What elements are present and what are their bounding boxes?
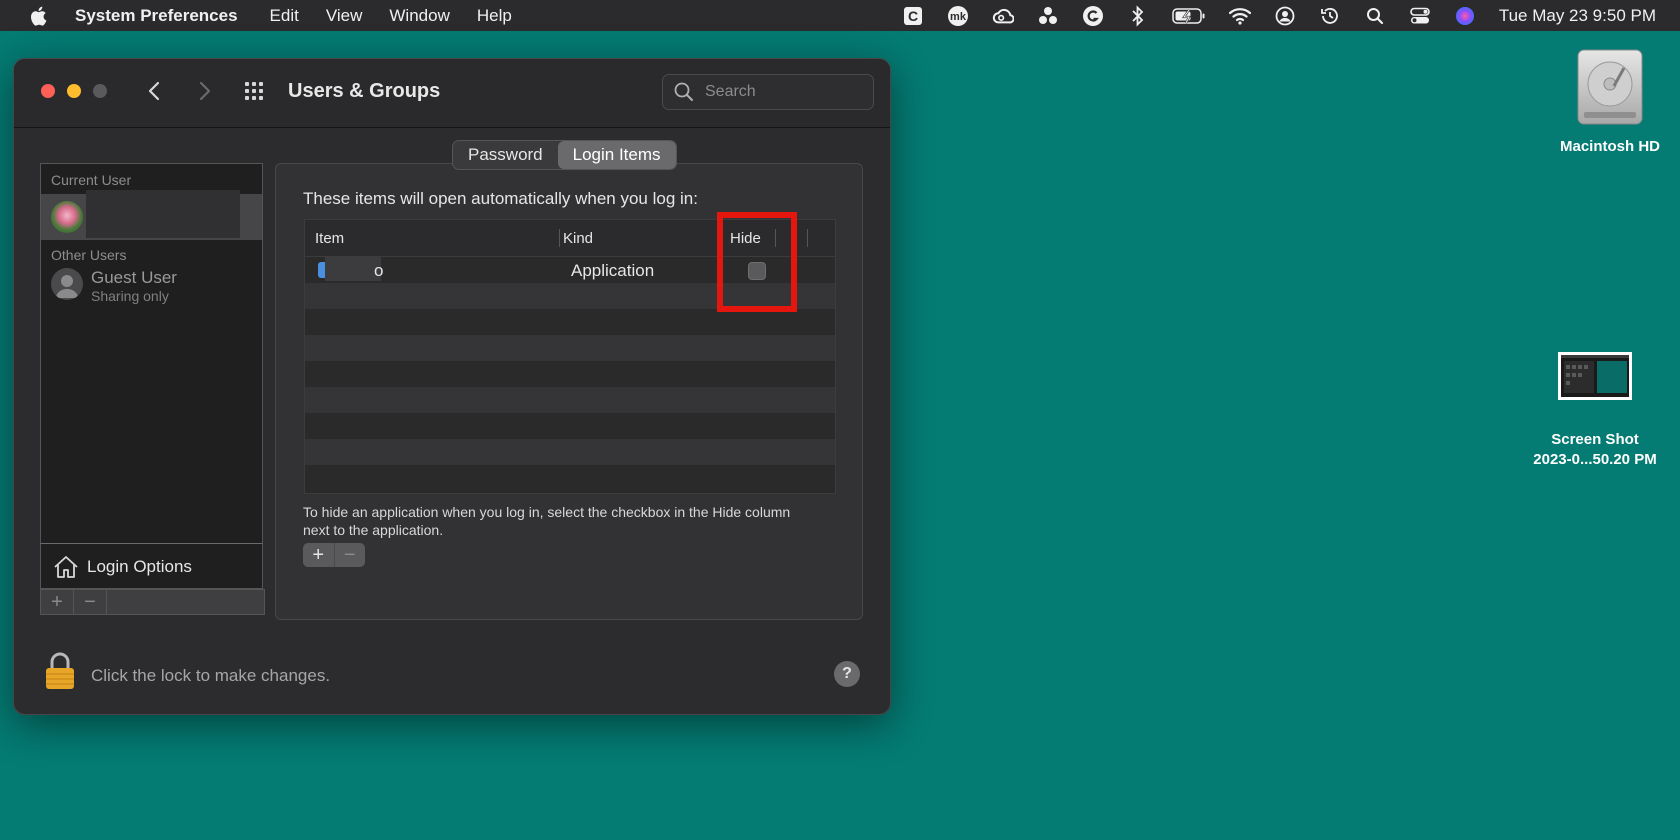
hide-help-text: To hide an application when you log in, … [303,504,791,538]
lock-message: Click the lock to make changes. [91,666,331,685]
add-user-button[interactable]: + [41,590,74,614]
hide-checkbox[interactable] [748,262,766,280]
table-row-empty [305,439,835,465]
bluetooth-icon[interactable] [1127,4,1149,27]
guest-user-subtitle: Sharing only [91,288,169,304]
current-user-label: Current User [51,172,132,188]
menu-view[interactable]: View [326,6,363,26]
siri-icon[interactable] [1454,5,1476,27]
back-arrow-icon[interactable] [145,80,165,102]
column-header-item[interactable]: Item [315,230,344,247]
column-divider [559,229,560,247]
window-titlebar: Users & Groups [14,59,890,128]
guest-avatar-icon[interactable] [51,268,83,300]
table-row-empty [305,387,835,413]
menu-app-name[interactable]: System Preferences [75,6,238,26]
menu-edit[interactable]: Edit [270,6,299,26]
forward-arrow-icon[interactable] [194,80,214,102]
menu-clock[interactable]: Tue May 23 9:50 PM [1499,6,1656,26]
redacted-user-name [86,190,240,238]
clipboard-c-icon[interactable]: C [902,5,924,27]
add-login-item-button[interactable]: + [303,543,335,567]
column-divider [720,229,721,247]
search-icon [674,82,693,101]
table-row-empty [305,465,835,491]
lock-icon[interactable] [44,652,76,690]
sidebar-button-bar: + − [40,589,265,615]
login-options-button[interactable]: Login Options [40,543,263,589]
grammarly-icon[interactable] [1082,5,1104,27]
time-machine-icon[interactable] [1319,5,1341,27]
control-center-icon[interactable] [1409,5,1431,27]
other-users-label: Other Users [51,247,127,263]
table-row-empty [305,283,835,309]
remove-user-button[interactable]: − [74,590,107,614]
spotlight-icon[interactable] [1364,5,1386,27]
avatar [51,201,83,233]
search-field[interactable] [662,74,874,110]
column-header-hide[interactable]: Hide [730,230,761,247]
tab-password[interactable]: Password [453,141,558,169]
menu-window[interactable]: Window [389,6,449,26]
login-items-intro: These items will open automatically when… [303,189,698,208]
table-row[interactable]: o Application [305,257,835,283]
table-row-empty [305,361,835,387]
screenshot-desktop-item[interactable]: Screen Shot 2023-0...50.20 PM [1510,352,1680,468]
sidebar-item-current-user[interactable] [41,190,262,240]
menu-help[interactable]: Help [477,6,512,26]
table-row-empty [305,413,835,439]
screenshot-label-line2: 2023-0...50.20 PM [1533,451,1657,468]
macintosh-hd-desktop-item[interactable]: Macintosh HD [1540,48,1680,155]
show-all-grid-icon[interactable] [244,81,268,101]
login-items-table: Item Kind Hide o Application [304,219,836,494]
wifi-icon[interactable] [1228,5,1251,27]
window-title: Users & Groups [288,80,441,102]
users-sidebar: Current User Other Users Guest User Shar… [40,163,263,545]
screenshot-label-line1: Screen Shot [1551,431,1639,448]
table-row-empty [305,335,835,361]
battery-icon[interactable] [1172,5,1206,27]
remove-login-item-button[interactable]: − [335,543,366,567]
tab-login-items[interactable]: Login Items [557,141,676,169]
login-items-button-bar: + − [303,543,365,567]
apple-logo-icon[interactable] [29,6,47,26]
guest-user-name[interactable]: Guest User [91,268,177,288]
svg-text:C: C [908,8,918,24]
mk-icon[interactable]: mk [947,5,969,27]
user-icon[interactable] [1274,5,1296,27]
search-input[interactable] [703,82,867,102]
dots-icon[interactable] [1037,5,1059,27]
menu-bar: System Preferences Edit View Window Help… [0,0,1680,31]
column-header-kind[interactable]: Kind [563,230,593,247]
login-options-label: Login Options [87,557,192,576]
table-header: Item Kind Hide [305,220,835,257]
hard-drive-icon [1577,49,1643,125]
zoom-window-button[interactable] [93,84,107,98]
help-button[interactable]: ? [834,661,860,687]
minimize-window-button[interactable] [67,84,81,98]
item-name: o [374,261,384,280]
tab-bar: Password Login Items [452,140,677,170]
table-row-empty [305,309,835,335]
column-divider [807,229,808,247]
svg-text:mk: mk [950,11,967,23]
drive-label: Macintosh HD [1559,138,1660,155]
creative-cloud-icon[interactable] [992,5,1014,27]
column-divider [775,229,776,247]
close-window-button[interactable] [41,84,55,98]
screenshot-thumbnail-icon [1558,352,1632,400]
house-icon [54,556,78,578]
users-groups-window: Users & Groups Current User Other Users … [13,58,891,715]
item-kind: Application [571,261,655,280]
redacted-item-name [325,257,381,281]
